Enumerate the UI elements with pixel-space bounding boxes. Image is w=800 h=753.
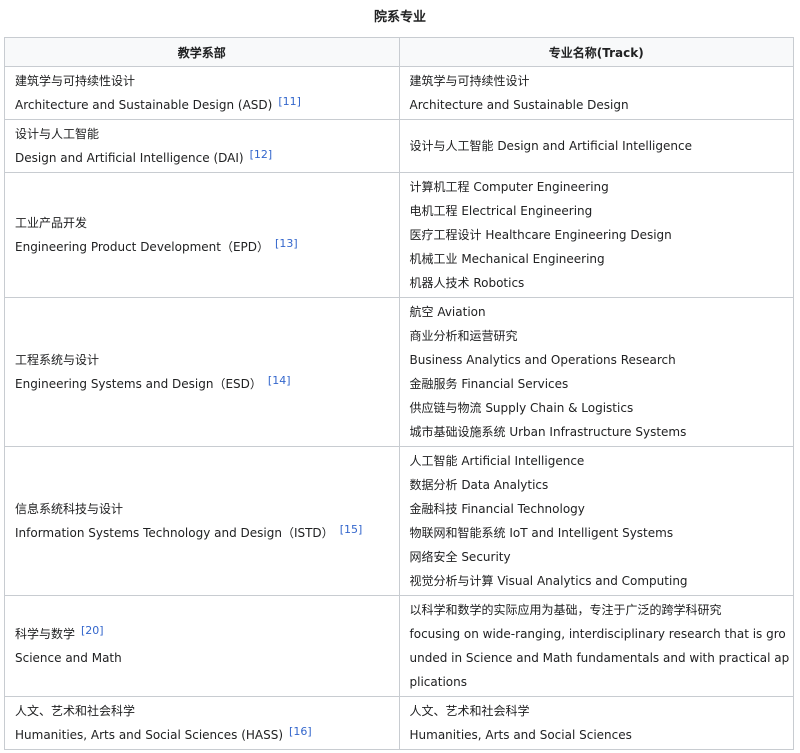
track-item: 航空 Aviation [409, 305, 486, 319]
dept-name-en: Science and Math [15, 651, 122, 665]
track-item: 物联网和智能系统 IoT and Intelligent Systems [409, 526, 674, 540]
dept-name-zh: 建筑学与可持续性设计 [15, 74, 136, 88]
dept-cell: 工业产品开发 Engineering Product Development（E… [4, 172, 400, 298]
track-item: Humanities, Arts and Social Sciences [409, 728, 632, 742]
track-item: 机械工业 Mechanical Engineering [409, 252, 605, 266]
dept-name-en: Design and Artificial Intelligence (DAI)… [15, 148, 273, 165]
track-item: 数据分析 Data Analytics [409, 478, 549, 492]
table-row: 工程系统与设计 Engineering Systems and Design（E… [4, 297, 794, 447]
track-item: 金融科技 Financial Technology [409, 502, 585, 516]
track-cell: 人工智能 Artificial Intelligence 数据分析 Data A… [398, 446, 794, 596]
dept-name-zh: 工业产品开发 [15, 216, 88, 230]
table-row: 设计与人工智能 Design and Artificial Intelligen… [4, 119, 794, 173]
reference-link[interactable]: [14] [268, 374, 291, 387]
reference-link[interactable]: [13] [275, 237, 298, 250]
track-item: 网络安全 Security [409, 550, 511, 564]
dept-name-en: Engineering Product Development（EPD） [13] [15, 237, 298, 254]
track-item: 视觉分析与计算 Visual Analytics and Computing [409, 574, 688, 588]
track-cell: 建筑学与可持续性设计 Architecture and Sustainable … [398, 66, 794, 120]
track-item: 金融服务 Financial Services [409, 377, 569, 391]
track-item: 城市基础设施系统 Urban Infrastructure Systems [409, 425, 687, 439]
dept-name-zh: 科学与数学 [20] [15, 624, 104, 641]
track-item: unded in Science and Math fundamentals a… [409, 651, 790, 665]
dept-cell: 设计与人工智能 Design and Artificial Intelligen… [4, 119, 400, 173]
table-row: 信息系统科技与设计 Information Systems Technology… [4, 446, 794, 596]
track-item: 人文、艺术和社会科学 [409, 704, 530, 718]
track-item: focusing on wide-ranging, interdisciplin… [409, 627, 786, 641]
dept-name-zh: 信息系统科技与设计 [15, 502, 124, 516]
dept-name-en: Humanities, Arts and Social Sciences (HA… [15, 725, 312, 742]
track-item: 商业分析和运营研究 [409, 329, 518, 343]
dept-name-zh: 人文、艺术和社会科学 [15, 704, 136, 718]
reference-link[interactable]: [12] [250, 148, 273, 161]
table-row: 科学与数学 [20] Science and Math 以科学和数学的实际应用为基… [4, 595, 794, 697]
track-item: 计算机工程 Computer Engineering [409, 180, 609, 194]
reference-link[interactable]: [16] [289, 725, 312, 738]
dept-cell: 人文、艺术和社会科学 Humanities, Arts and Social S… [4, 696, 400, 750]
track-item: plications [409, 675, 467, 689]
reference-link[interactable]: [11] [278, 95, 301, 108]
table-row: 人文、艺术和社会科学 Humanities, Arts and Social S… [4, 696, 794, 750]
track-item: 电机工程 Electrical Engineering [409, 204, 593, 218]
header-dept: 教学系部 [4, 37, 400, 67]
header-track: 专业名称(Track) [398, 37, 794, 67]
departments-table: 教学系部 专业名称(Track) 建筑学与可持续性设计 Architecture… [4, 37, 794, 750]
dept-cell: 信息系统科技与设计 Information Systems Technology… [4, 446, 400, 596]
dept-name-en: Engineering Systems and Design（ESD） [14] [15, 374, 291, 391]
dept-cell: 建筑学与可持续性设计 Architecture and Sustainable … [4, 66, 400, 120]
track-item: 机器人技术 Robotics [409, 276, 525, 290]
dept-name-en: Architecture and Sustainable Design (ASD… [15, 95, 301, 112]
table-row: 工业产品开发 Engineering Product Development（E… [4, 172, 794, 298]
track-item: Architecture and Sustainable Design [409, 98, 629, 112]
track-cell: 人文、艺术和社会科学 Humanities, Arts and Social S… [398, 696, 794, 750]
header-row: 教学系部 专业名称(Track) [4, 37, 794, 67]
reference-link[interactable]: [15] [340, 523, 363, 536]
dept-name-en: Information Systems Technology and Desig… [15, 523, 363, 540]
dept-cell: 科学与数学 [20] Science and Math [4, 595, 400, 697]
table-row: 建筑学与可持续性设计 Architecture and Sustainable … [4, 66, 794, 120]
track-item: 供应链与物流 Supply Chain & Logistics [409, 401, 634, 415]
dept-name-zh: 工程系统与设计 [15, 353, 100, 367]
track-cell: 航空 Aviation 商业分析和运营研究 Business Analytics… [398, 297, 794, 447]
dept-name-zh: 设计与人工智能 [15, 127, 100, 141]
track-item: 医疗工程设计 Healthcare Engineering Design [409, 228, 672, 242]
track-item: Business Analytics and Operations Resear… [409, 353, 676, 367]
track-item: 建筑学与可持续性设计 [409, 74, 530, 88]
reference-link[interactable]: [20] [81, 624, 104, 637]
table-caption: 院系专业 [373, 10, 426, 25]
track-item: 设计与人工智能 Design and Artificial Intelligen… [409, 139, 692, 153]
track-cell: 计算机工程 Computer Engineering 电机工程 Electric… [398, 172, 794, 298]
track-cell: 以科学和数学的实际应用为基础，专注于广泛的跨学科研究 focusing on w… [398, 595, 794, 697]
track-item: 人工智能 Artificial Intelligence [409, 454, 585, 468]
dept-cell: 工程系统与设计 Engineering Systems and Design（E… [4, 297, 400, 447]
track-cell: 设计与人工智能 Design and Artificial Intelligen… [398, 119, 794, 173]
track-item: 以科学和数学的实际应用为基础，专注于广泛的跨学科研究 [409, 603, 722, 617]
